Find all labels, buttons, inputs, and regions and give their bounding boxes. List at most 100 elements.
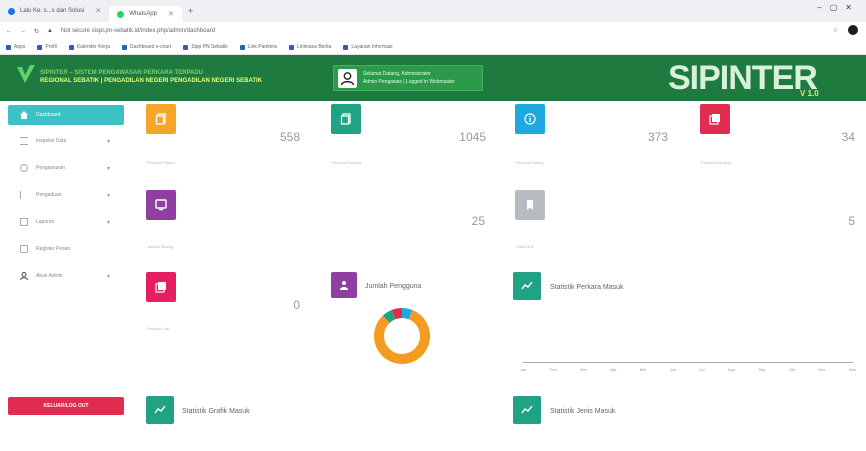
- forward-icon[interactable]: →: [20, 28, 26, 34]
- bookmarks-bar: Apps Profil Kalender Kerja Dashboard e-c…: [0, 40, 866, 55]
- docs-icon: [155, 282, 166, 293]
- stat-card-icon[interactable]: [146, 104, 176, 134]
- bookmark-item[interactable]: Dashboard e-court: [121, 44, 171, 50]
- sidebar-item-register[interactable]: Register Pesan: [8, 239, 124, 259]
- app-header: SIPINTER – SISTEM PENGAWASAN PERKARA TER…: [0, 55, 866, 101]
- trend-icon: [521, 405, 533, 414]
- month-label: Jul: [699, 367, 705, 372]
- home-icon: [20, 111, 28, 119]
- bookmark-item[interactable]: Apps: [6, 44, 25, 50]
- stat-card-icon[interactable]: [146, 272, 176, 302]
- bookmark-item[interactable]: Linimasa Berita: [288, 44, 331, 50]
- donut-slice: [391, 308, 403, 320]
- line-chart-month-labels: Jan Feb Mar Apr Mei Jun Jul Agu Sep Okt Nov Des: [520, 367, 856, 372]
- stat-value: 373: [647, 130, 668, 144]
- stat-card-icon[interactable]: [515, 104, 545, 134]
- monitor-icon: [155, 199, 167, 211]
- sidebar-item-laporan[interactable]: Laporan ▾: [8, 212, 124, 232]
- month-label: Mar: [580, 367, 587, 372]
- section-title-perkara-masuk: Statistik Perkara Masuk: [550, 284, 624, 291]
- tab-favicon-icon: [8, 7, 15, 15]
- window-controls[interactable]: –▢✕: [817, 3, 860, 12]
- section-title-pengguna: Jumlah Pengguna: [365, 283, 422, 290]
- section-icon: [146, 396, 174, 424]
- reload-icon[interactable]: ↻: [34, 28, 39, 35]
- month-label: Sep: [758, 367, 766, 372]
- stat-label: Perkara Lain: [147, 326, 170, 331]
- header-title: SIPINTER – SISTEM PENGAWASAN PERKARA TER…: [40, 69, 262, 85]
- user-icon: [340, 281, 348, 290]
- new-tab-button[interactable]: +: [188, 6, 193, 16]
- sidebar-item-dashboard[interactable]: Dashboard: [8, 105, 124, 125]
- month-label: Jun: [669, 367, 677, 372]
- section-icon: [331, 272, 357, 298]
- back-icon[interactable]: ←: [6, 28, 12, 34]
- book-icon: [20, 245, 28, 253]
- user-icon: [20, 272, 28, 280]
- section-icon: [513, 272, 541, 300]
- stat-card-icon[interactable]: [331, 104, 361, 134]
- stat-label: Perkara Pidana: [147, 160, 175, 165]
- stat-value: 25: [471, 214, 485, 228]
- tab-label: Lalu Ke. s...s dan Solusi: [20, 8, 85, 14]
- stat-card-icon[interactable]: [146, 190, 176, 220]
- browser-tab-bar: Lalu Ke. s...s dan Solusi ✕ WhatsApp ✕ +…: [0, 0, 866, 22]
- stat-label: Perkara Sidang: [516, 160, 544, 165]
- stat-card-icon[interactable]: [700, 104, 730, 134]
- trend-icon: [154, 405, 166, 414]
- stat-card-icon[interactable]: [515, 190, 545, 220]
- trend-icon: [521, 281, 533, 290]
- sidebar-item-label: Inspeksi Data: [36, 138, 67, 144]
- file-icon: [20, 218, 28, 226]
- bookmark-item[interactable]: Profil: [37, 44, 57, 50]
- month-label: Feb: [549, 367, 557, 372]
- stat-value: 1045: [459, 130, 486, 144]
- stat-value: 34: [841, 130, 855, 144]
- donut-slice: [382, 309, 396, 324]
- tab-favicon-icon: [117, 10, 125, 18]
- copy-icon: [340, 113, 351, 125]
- sidebar-item-label: Register Pesan: [36, 246, 71, 252]
- stat-label: Saksi Ahli: [516, 244, 534, 249]
- browser-tab-2[interactable]: WhatsApp ✕: [109, 6, 182, 22]
- close-tab-icon[interactable]: ✕: [95, 7, 101, 15]
- close-tab-icon[interactable]: ✕: [168, 10, 174, 18]
- sidebar-item-pengawasan[interactable]: Pengawasan ▾: [8, 158, 124, 178]
- bookmark-item[interactable]: Kalender Kerja: [68, 44, 110, 50]
- list-icon: [20, 137, 28, 145]
- user-info-box[interactable]: Selamat Datang, Administrator Admin Peng…: [333, 65, 483, 91]
- tab-label: WhatsApp: [129, 11, 157, 17]
- sidebar-item-akun[interactable]: Akun Admin ▾: [8, 266, 124, 286]
- bookmark-icon: [527, 200, 533, 210]
- sidebar-item-label: Pengaduan: [36, 192, 62, 198]
- month-label: Jan: [520, 367, 527, 372]
- bookmark-item[interactable]: Layanan Informasi: [343, 44, 393, 50]
- donut-slice: [374, 309, 430, 364]
- user-role: Admin Pengawas | Logged in Webmaster: [363, 79, 455, 85]
- line-chart-axis: [523, 362, 853, 363]
- header-title-line1: SIPINTER – SISTEM PENGAWASAN PERKARA TER…: [40, 70, 204, 76]
- stat-label: Perkara Banding: [701, 160, 731, 165]
- stat-value: 558: [279, 130, 300, 144]
- sidebar-item-label: Pengawasan: [36, 165, 65, 171]
- eye-icon: [20, 164, 28, 172]
- stat-label: Perkara Perdata: [332, 160, 362, 165]
- copy-icon: [155, 113, 166, 125]
- bookmark-icon: [68, 44, 74, 50]
- bookmark-icon: [183, 44, 189, 50]
- extension-icon[interactable]: ☆: [833, 27, 838, 34]
- sidebar-item-label: Laporan: [36, 219, 55, 225]
- bookmark-item[interactable]: Link Panitera: [239, 44, 277, 50]
- month-label: Mei: [639, 367, 647, 372]
- logout-button[interactable]: KELUAR/LOG OUT: [8, 397, 124, 415]
- browser-tab-1[interactable]: Lalu Ke. s...s dan Solusi ✕: [0, 3, 109, 19]
- sidebar-item-inspeksi[interactable]: Inspeksi Data ▾: [8, 131, 124, 151]
- bookmark-item[interactable]: Sipp PN Sebatik: [183, 44, 228, 50]
- month-label: Agu: [727, 367, 735, 372]
- address-bar: ← → ↻ ▲ Not secure sispi.pn-sebatik.id/i…: [0, 22, 866, 40]
- url-field[interactable]: Not secure sispi.pn-sebatik.id/index.php…: [61, 28, 215, 34]
- section-title-grafik: Statistik Grafik Masuk: [182, 408, 250, 415]
- profile-avatar-icon[interactable]: [848, 25, 858, 35]
- sidebar-item-pengaduan[interactable]: Pengaduan ▾: [8, 185, 124, 205]
- user-info-text: Selamat Datang, Administrator Admin Peng…: [363, 70, 455, 86]
